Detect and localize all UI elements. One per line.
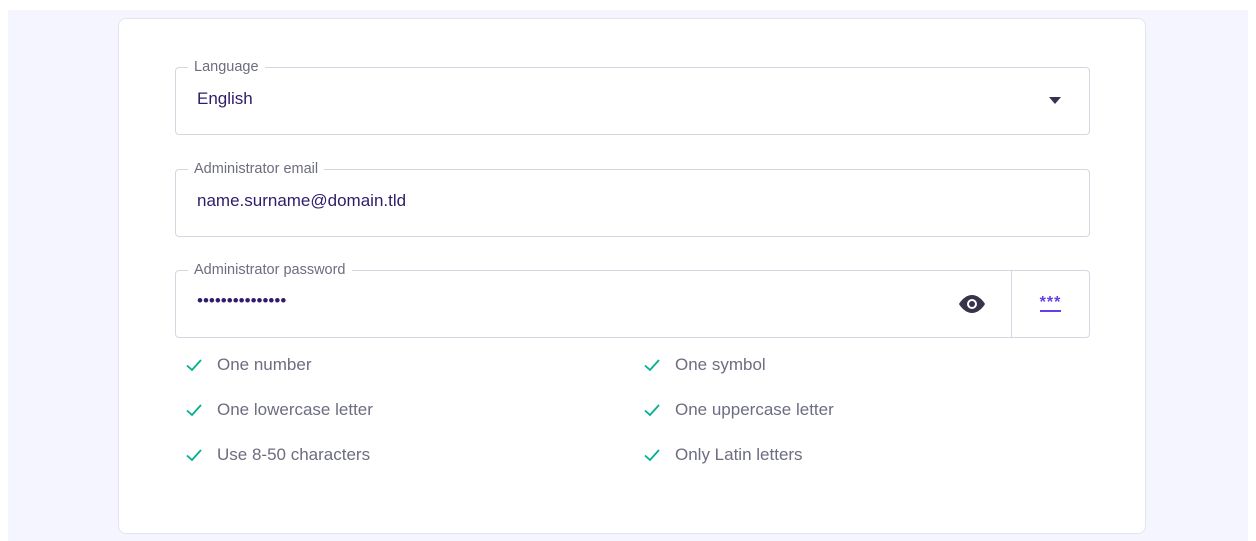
eye-icon xyxy=(959,295,985,313)
check-icon xyxy=(186,404,202,417)
requirement-text: Use 8-50 characters xyxy=(217,445,371,464)
generate-password-button[interactable]: *** xyxy=(1011,271,1089,337)
check-icon xyxy=(644,449,660,462)
check-icon xyxy=(644,404,660,417)
requirement-text: Only Latin letters xyxy=(675,445,803,464)
generate-password-icon: *** xyxy=(1039,293,1062,312)
check-icon xyxy=(644,359,660,372)
password-value[interactable]: ••••••••••••••• xyxy=(197,289,286,313)
requirement-latin-letters: Only Latin letters xyxy=(643,445,803,465)
check-icon xyxy=(186,449,202,462)
language-label: Language xyxy=(188,58,265,76)
email-value[interactable]: name.surname@domain.tld xyxy=(197,189,406,213)
requirement-one-number: One number xyxy=(185,355,312,375)
check-icon xyxy=(186,359,202,372)
requirement-text: One number xyxy=(217,355,312,374)
email-field[interactable]: Administrator email name.surname@domain.… xyxy=(175,160,1090,237)
show-password-button[interactable] xyxy=(957,291,987,317)
password-field[interactable]: Administrator password ••••••••••••••• *… xyxy=(175,261,1090,338)
requirement-text: One uppercase letter xyxy=(675,400,834,419)
language-value: English xyxy=(197,89,253,108)
requirement-one-symbol: One symbol xyxy=(643,355,766,375)
requirement-text: One lowercase letter xyxy=(217,400,373,419)
requirement-length: Use 8-50 characters xyxy=(185,445,370,465)
requirement-text: One symbol xyxy=(675,355,766,374)
password-label: Administrator password xyxy=(188,261,352,279)
requirement-uppercase: One uppercase letter xyxy=(643,400,834,420)
setup-form-card: Language English Administrator email nam… xyxy=(118,18,1146,534)
email-label: Administrator email xyxy=(188,160,325,178)
language-select[interactable]: Language English xyxy=(175,58,1090,135)
chevron-down-icon[interactable] xyxy=(1049,97,1061,104)
requirement-lowercase: One lowercase letter xyxy=(185,400,373,420)
